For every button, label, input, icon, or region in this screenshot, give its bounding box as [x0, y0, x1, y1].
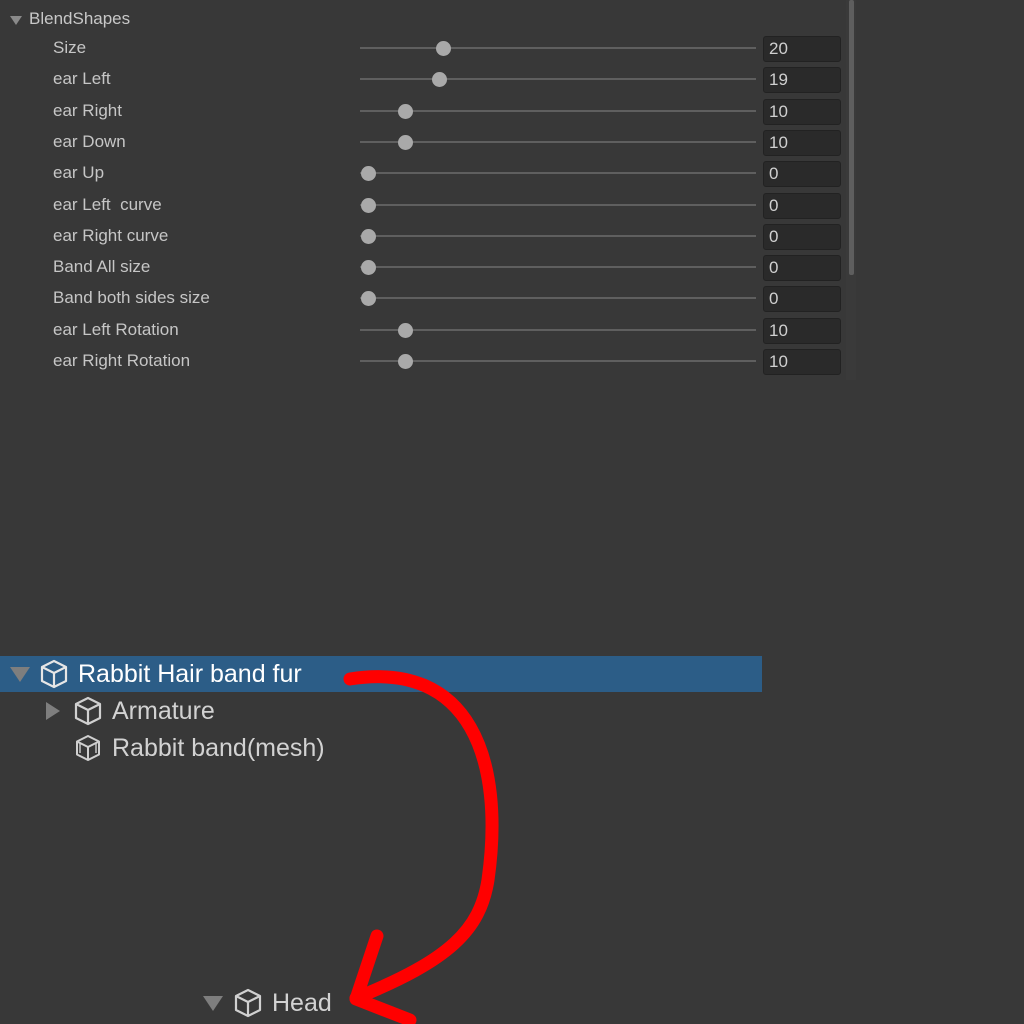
blendshape-row: ear Up 0 — [0, 158, 846, 188]
slider-track[interactable] — [360, 109, 756, 112]
slider-track[interactable] — [360, 328, 756, 331]
slider-track[interactable] — [360, 47, 756, 49]
inspector-scrollbar-thumb[interactable] — [849, 0, 854, 275]
blendshape-label: ear Left — [53, 69, 111, 89]
blendshape-value-field[interactable]: 0 — [763, 192, 841, 219]
blendshape-label: ear Right — [53, 100, 122, 120]
slider-track[interactable] — [360, 172, 756, 175]
blendshape-slider[interactable] — [360, 221, 756, 251]
blendshape-value-field[interactable]: 10 — [763, 98, 841, 125]
expand-arrow-icon[interactable] — [10, 666, 30, 682]
blendshape-value-field[interactable]: 0 — [763, 255, 841, 282]
slider-thumb[interactable] — [361, 228, 376, 244]
blendshape-slider[interactable] — [360, 315, 756, 345]
slider-thumb[interactable] — [361, 291, 376, 307]
blendshape-row: ear Right 10 — [0, 96, 846, 126]
hierarchy-item-label: Rabbit Hair band fur — [78, 659, 302, 688]
blendshape-slider[interactable] — [360, 96, 756, 126]
blendshape-row: ear Left curve 0 — [0, 190, 846, 220]
blendshape-row: Band All size 0 — [0, 252, 846, 282]
blendshape-row: ear Left Rotation 10 — [0, 315, 846, 345]
blendshape-label: Size — [53, 38, 87, 57]
collapsed-arrow-icon[interactable] — [46, 702, 60, 720]
expand-arrow-icon[interactable] — [203, 995, 223, 1011]
blendshape-label: ear Down — [53, 131, 126, 151]
slider-thumb[interactable] — [432, 72, 448, 88]
blendshape-label: ear Up — [53, 163, 105, 183]
slider-thumb[interactable] — [398, 354, 414, 369]
slider-thumb[interactable] — [361, 197, 376, 213]
slider-thumb[interactable] — [435, 41, 451, 56]
blendshape-label: ear Right Rotation — [53, 351, 191, 370]
blendshape-value-field[interactable]: 10 — [763, 129, 841, 156]
blendshapes-header[interactable]: BlendShapes — [10, 8, 130, 30]
blendshape-slider[interactable] — [360, 33, 756, 63]
slider-track[interactable] — [360, 297, 756, 300]
mesh-cube-icon — [76, 735, 100, 761]
blendshape-value-field[interactable]: 0 — [763, 286, 841, 313]
blendshape-value-field[interactable]: 0 — [763, 161, 841, 188]
hierarchy-item-label: Rabbit band(mesh) — [112, 733, 325, 762]
blendshape-row: ear Left 19 — [0, 64, 846, 94]
blendshape-slider[interactable] — [360, 158, 756, 188]
blendshape-value-field[interactable]: 20 — [763, 36, 841, 62]
blendshape-row: ear Right curve 0 — [0, 221, 846, 251]
blendshape-row: Size 20 — [0, 33, 846, 63]
blendshape-slider[interactable] — [360, 190, 756, 220]
blendshape-label: ear Left curve — [53, 194, 162, 214]
hierarchy-item-rabbit-band-mesh[interactable]: Rabbit band(mesh) — [72, 730, 325, 766]
hierarchy-item-rabbit-hair-band-fur[interactable]: Rabbit Hair band fur — [0, 656, 762, 692]
slider-thumb[interactable] — [361, 166, 376, 182]
blendshapes-title: BlendShapes — [29, 9, 131, 28]
blendshape-slider[interactable] — [360, 252, 756, 282]
blendshape-value-field[interactable]: 10 — [763, 317, 841, 344]
blendshape-value-field[interactable]: 0 — [763, 223, 841, 250]
blendshape-value-field[interactable]: 19 — [763, 67, 841, 94]
blendshape-label: ear Left Rotation — [53, 319, 179, 339]
slider-thumb[interactable] — [398, 103, 414, 119]
blendshape-slider[interactable] — [360, 64, 756, 94]
hierarchy-item-armature[interactable]: Armature — [46, 693, 215, 729]
blendshape-label: ear Right curve — [53, 225, 169, 245]
slider-thumb[interactable] — [361, 260, 376, 276]
slider-track[interactable] — [360, 203, 756, 206]
slider-track[interactable] — [360, 78, 756, 81]
blendshape-slider[interactable] — [360, 283, 756, 313]
blendshape-value-field[interactable]: 10 — [763, 349, 841, 375]
cube-icon — [74, 696, 102, 726]
slider-thumb[interactable] — [398, 134, 414, 150]
blendshape-slider[interactable] — [360, 346, 756, 376]
slider-track[interactable] — [360, 140, 756, 143]
slider-track[interactable] — [360, 234, 756, 237]
foldout-arrow-icon[interactable] — [10, 15, 22, 25]
slider-track[interactable] — [360, 266, 756, 269]
slider-thumb[interactable] — [398, 322, 414, 338]
blendshape-row: ear Right Rotation 10 — [0, 346, 846, 376]
blendshape-slider[interactable] — [360, 127, 756, 157]
blendshape-row: Band both sides size 0 — [0, 283, 846, 313]
blendshape-label: Band both sides size — [53, 288, 210, 308]
hierarchy-item-head[interactable]: Head — [203, 985, 332, 1021]
slider-track[interactable] — [360, 360, 756, 362]
blendshape-row: ear Down 10 — [0, 127, 846, 157]
cube-icon — [234, 988, 262, 1018]
hierarchy-item-label: Armature — [112, 696, 215, 725]
blendshape-label: Band All size — [53, 257, 151, 277]
hierarchy-item-label: Head — [272, 988, 332, 1017]
cube-icon — [40, 659, 68, 689]
